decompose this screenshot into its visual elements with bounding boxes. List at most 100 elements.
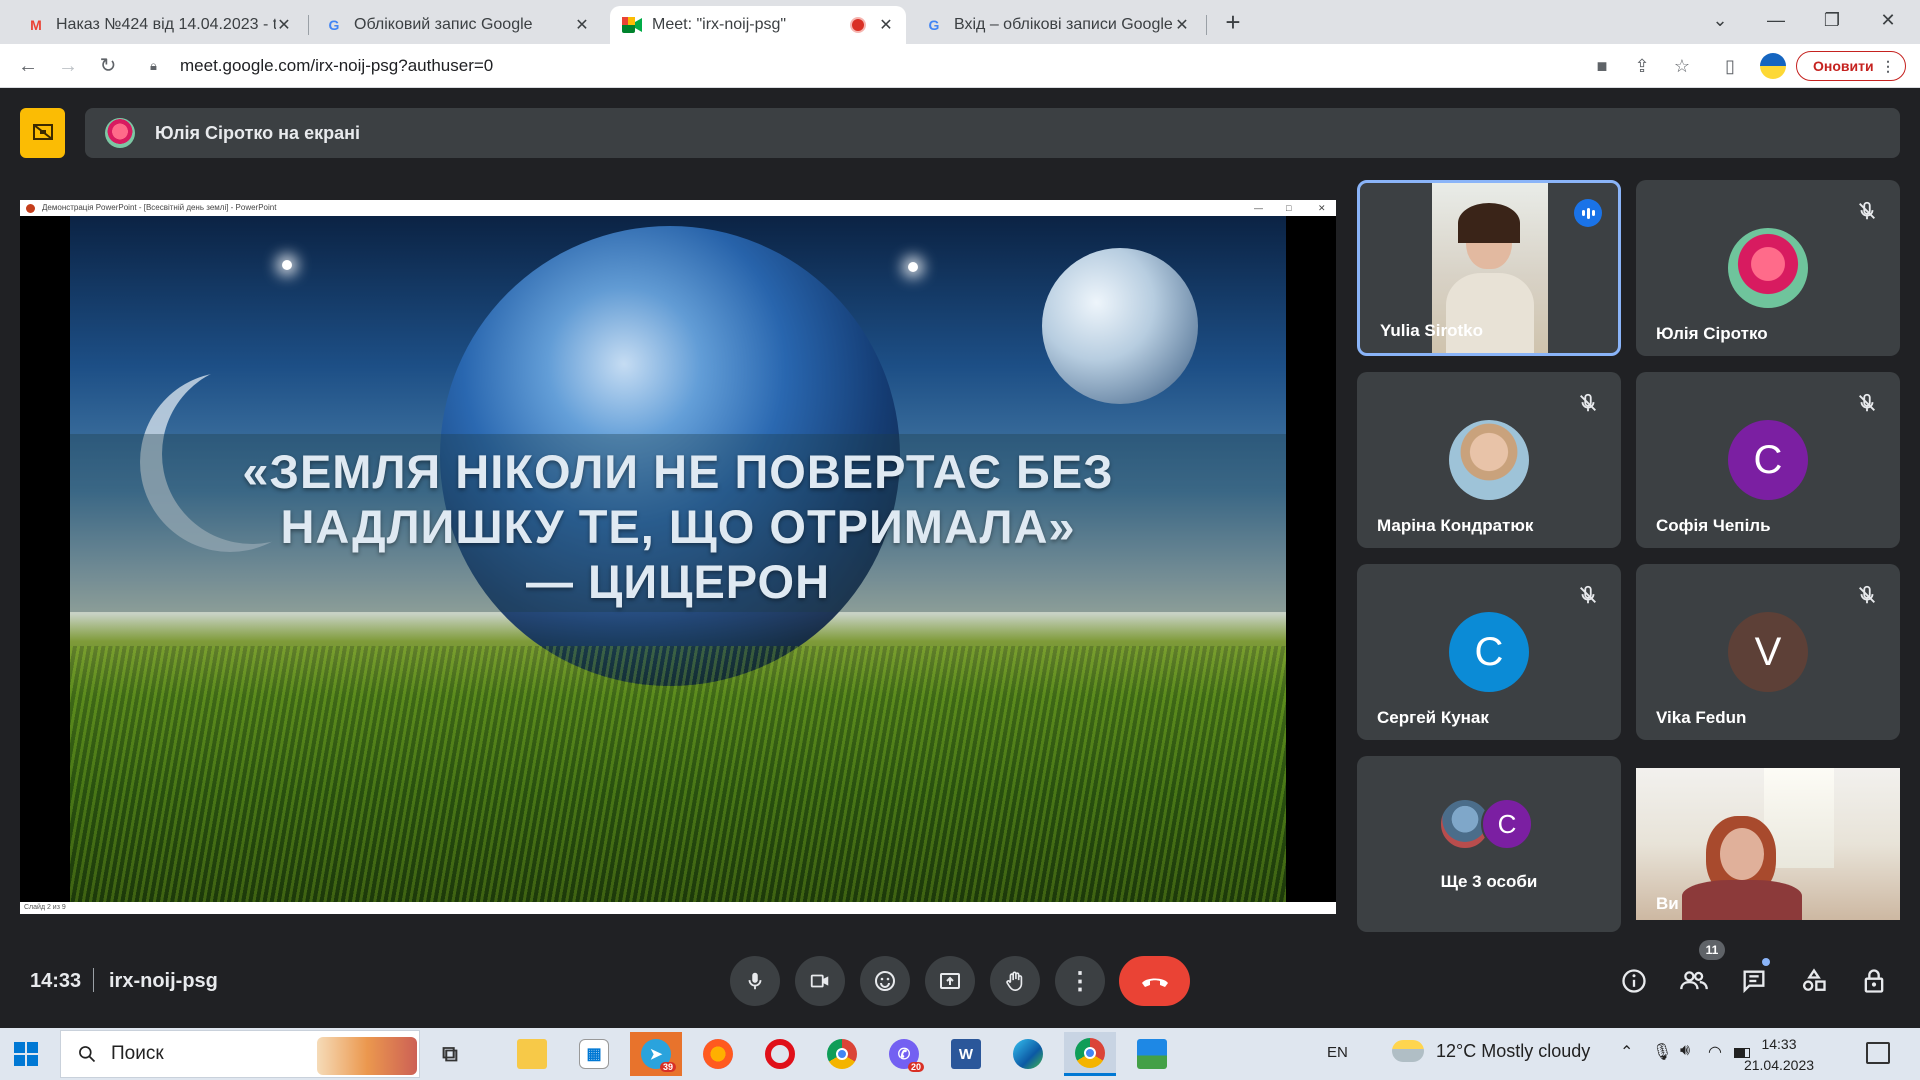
clock-time: 14:33 (1761, 1036, 1797, 1052)
activities-button[interactable] (1797, 964, 1831, 998)
activities-icon (1802, 968, 1826, 991)
participant-avatar: С (1728, 420, 1808, 500)
participant-tile[interactable]: V Vika Fedun (1636, 564, 1900, 740)
taskbar-search[interactable]: Поиск (60, 1030, 420, 1078)
people-button[interactable] (1677, 964, 1711, 998)
shared-screen[interactable]: Демонстрація PowerPoint - [Всесвітній де… (20, 200, 1336, 914)
windows-taskbar: Поиск ⧉ ▦ ➤ 39 ✆ 20 W EN 12°C Mostly clo… (0, 1028, 1920, 1080)
reactions-button[interactable] (860, 956, 910, 1006)
divider (93, 968, 94, 992)
quote-line: НАДЛИШКУ ТЕ, ЩО ОТРИМАЛА» (280, 500, 1076, 553)
word-icon[interactable]: W (940, 1032, 992, 1076)
search-icon (79, 1046, 96, 1063)
chat-button[interactable] (1737, 964, 1771, 998)
opera-icon[interactable] (754, 1032, 806, 1076)
telegram-icon[interactable]: ➤ 39 (630, 1032, 682, 1076)
photos-icon[interactable] (1126, 1032, 1178, 1076)
new-tab-button[interactable]: + (1218, 8, 1248, 38)
presentation-icon[interactable] (20, 108, 65, 158)
star-sparkle (282, 260, 292, 270)
present-to-all-icon (940, 973, 960, 989)
presenting-text: Юлія Сіротко на екрані (155, 122, 360, 143)
participant-tile[interactable]: Юлія Сіротко (1636, 180, 1900, 356)
windows-start-icon[interactable] (14, 1042, 38, 1066)
minimize-icon[interactable]: — (1756, 6, 1796, 34)
person-face (1720, 828, 1764, 880)
address-bar[interactable]: 🔒︎ meet.google.com/irx-noij-psg?authuser… (136, 50, 1566, 82)
update-button[interactable]: Оновити ⋮ (1796, 51, 1906, 81)
bookmark-star-icon[interactable]: ☆ (1670, 54, 1694, 78)
store-icon[interactable]: ▦ (568, 1032, 620, 1076)
wifi-icon[interactable]: ◠ (1708, 1042, 1722, 1062)
forward-icon[interactable]: → (54, 52, 82, 80)
leave-call-button[interactable] (1119, 956, 1190, 1006)
participant-avatar (1728, 228, 1808, 308)
edge-icon[interactable] (1002, 1032, 1054, 1076)
more-options-button[interactable]: ⋮ (1055, 956, 1105, 1006)
tab-google-account[interactable]: G Обліковий запис Google ✕ (312, 6, 602, 44)
close-window-icon[interactable]: ✕ (1868, 6, 1908, 34)
powerpoint-icon (26, 204, 35, 213)
system-clock[interactable]: 14:33 21.04.2023 (1742, 1034, 1816, 1076)
microphone-button[interactable] (730, 956, 780, 1006)
recording-indicator-icon (852, 19, 864, 31)
weather-widget[interactable]: 12°C Mostly cloudy (1392, 1040, 1590, 1062)
present-screen-button[interactable] (925, 956, 975, 1006)
tab-search-chevron-icon[interactable]: ⌄ (1700, 6, 1740, 34)
reload-icon[interactable]: ↻ (94, 52, 122, 80)
meeting-info-button[interactable] (1617, 964, 1651, 998)
restore-icon[interactable]: ❐ (1812, 6, 1852, 34)
chrome-icon[interactable] (816, 1032, 868, 1076)
side-panel-icon[interactable]: ▯ (1718, 54, 1742, 78)
camera-in-use-icon[interactable]: ■ (1590, 54, 1614, 78)
microphone-tray-icon[interactable]: 🎙︎ (1652, 1042, 1672, 1062)
grass-field-image (70, 646, 1286, 902)
mic-off-icon (1859, 201, 1875, 220)
file-explorer-icon[interactable] (506, 1032, 558, 1076)
viber-icon[interactable]: ✆ 20 (878, 1032, 930, 1076)
participant-tile[interactable]: Yulia Sirotko (1357, 180, 1621, 356)
powerpoint-window-title: Демонстрація PowerPoint - [Всесвітній де… (42, 203, 277, 212)
more-participants-tile[interactable]: С Ще 3 особи (1357, 756, 1621, 932)
tab-meet[interactable]: Meet: "irx-noij-psg" ✕ (610, 6, 906, 44)
chrome-icon[interactable] (1064, 1032, 1116, 1076)
participant-name: Юлія Сіротко (1656, 324, 1768, 343)
share-icon[interactable]: ⇪ (1630, 54, 1654, 78)
tab-gmail[interactable]: M Наказ №424 від 14.04.2023 - t.a ✕ (14, 6, 304, 44)
camera-button[interactable] (795, 956, 845, 1006)
tab-separator (1206, 15, 1207, 35)
quote-author: — ЦИЦЕРОН (525, 555, 831, 608)
input-language[interactable]: EN (1327, 1044, 1348, 1061)
mic-off-icon (1580, 393, 1596, 412)
notification-icon[interactable] (1866, 1042, 1890, 1064)
participant-tile[interactable]: С Сергей Кунак (1357, 564, 1621, 740)
chevron-up-icon[interactable]: ⌃ (1620, 1042, 1633, 1062)
participant-tile[interactable]: С Софія Чепіль (1636, 372, 1900, 548)
self-view-tile[interactable]: Ви (1636, 768, 1900, 920)
star-sparkle (908, 262, 918, 272)
powerpoint-statusbar: Слайд 2 из 9 (20, 902, 1336, 914)
participant-tile[interactable]: Маріна Кондратюк (1357, 372, 1621, 548)
slide-counter: Слайд 2 из 9 (24, 904, 66, 911)
participant-name: Софія Чепіль (1656, 516, 1771, 535)
firefox-icon[interactable] (692, 1032, 744, 1076)
host-controls-button[interactable] (1857, 964, 1891, 998)
volume-icon[interactable]: 🔊︎ (1680, 1042, 1690, 1060)
close-tab-icon[interactable]: ✕ (574, 15, 590, 35)
task-view-icon[interactable]: ⧉ (424, 1032, 476, 1076)
person-body (1446, 273, 1534, 353)
close-tab-icon[interactable]: ✕ (878, 15, 894, 35)
minimize-icon: — (1254, 203, 1263, 213)
meet-window: Юлія Сіротко на екрані Демонстрація Powe… (0, 88, 1920, 1028)
more-participants-label: Ще 3 особи (1440, 872, 1538, 891)
close-tab-icon[interactable]: ✕ (276, 15, 292, 35)
search-placeholder: Поиск (111, 1043, 164, 1064)
presentation-slide: «ЗЕМЛЯ НІКОЛИ НЕ ПОВЕРТАЄ БЕЗ НАДЛИШКУ Т… (70, 216, 1286, 902)
person-hair (1458, 203, 1520, 243)
raise-hand-button[interactable] (990, 956, 1040, 1006)
tab-google-login[interactable]: G Вхід – облікові записи Google ✕ (912, 6, 1202, 44)
back-icon[interactable]: ← (14, 52, 42, 80)
meeting-code: irx-noij-psg (109, 970, 218, 992)
profile-avatar[interactable] (1760, 53, 1786, 79)
close-tab-icon[interactable]: ✕ (1174, 15, 1190, 35)
